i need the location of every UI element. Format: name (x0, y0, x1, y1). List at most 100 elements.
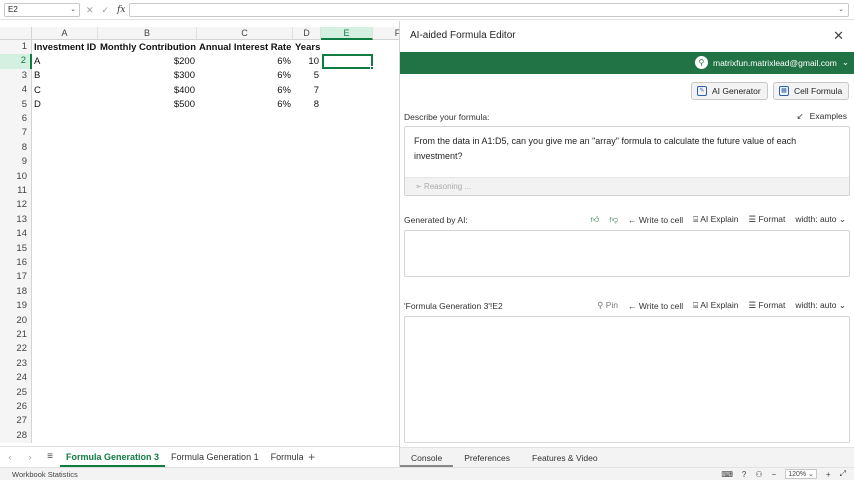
cell-c3[interactable]: 6% (197, 69, 293, 83)
row-header[interactable]: 23 (0, 356, 32, 372)
select-all-corner[interactable] (0, 27, 32, 40)
row-header[interactable]: 8 (0, 140, 32, 156)
cell-d4[interactable]: 7 (293, 84, 321, 98)
row-header[interactable]: 20 (0, 313, 32, 328)
account-menu[interactable]: ⚲ matrixfun.matrixlead@gmail.com ⌄ (694, 56, 849, 69)
ai-explain-button[interactable]: ⌸ AI Explain (693, 214, 738, 225)
row-header[interactable]: 5 (0, 97, 32, 112)
thumbs-up-icon[interactable]: 👍︎ (591, 214, 600, 225)
row-header[interactable]: 14 (0, 227, 32, 242)
ai-generator-button[interactable]: ✎ AI Generator (691, 82, 768, 100)
selected-cell-e2[interactable] (322, 54, 374, 70)
cell-a4[interactable]: C (32, 84, 98, 98)
sheet-list-icon[interactable]: ≡ (40, 451, 60, 462)
cell-c1[interactable]: Annual Interest Rate (197, 41, 293, 55)
prompt-input[interactable]: From the data in A1:D5, can you give me … (404, 126, 850, 196)
row-header[interactable]: 11 (0, 184, 32, 199)
tab-features-video[interactable]: Features & Video (521, 448, 609, 467)
share-icon[interactable]: ⚇ (755, 470, 762, 479)
cell-a5[interactable]: D (32, 98, 98, 112)
column-header-b[interactable]: B (98, 27, 197, 40)
add-sheet-button[interactable]: + (303, 450, 321, 464)
cell-c4[interactable]: 6% (197, 84, 293, 98)
cell-d1[interactable]: Years (293, 41, 321, 55)
feedback-icon[interactable]: ⌨ (721, 470, 733, 479)
row-header[interactable]: 12 (0, 198, 32, 213)
column-header-a[interactable]: A (32, 27, 98, 40)
column-header-c[interactable]: C (197, 27, 293, 40)
row-header[interactable]: 22 (0, 342, 32, 357)
fill-handle[interactable] (370, 66, 374, 70)
sheet-tab-formula[interactable]: Formula (265, 447, 303, 467)
chevron-down-icon[interactable]: ⌄ (70, 5, 76, 13)
zoom-out-icon[interactable]: − (772, 470, 777, 479)
cell-d5[interactable]: 8 (293, 98, 321, 112)
formula-input[interactable]: ⌄ (129, 3, 849, 17)
row-header[interactable]: 2 (0, 54, 32, 69)
examples-link[interactable]: ↙ Examples (797, 111, 847, 122)
cell-c2[interactable]: 6% (197, 55, 293, 69)
row-header[interactable]: 26 (0, 400, 32, 415)
cell-d3[interactable]: 5 (293, 69, 321, 83)
cell-formula-button[interactable]: ▦ Cell Formula (773, 82, 850, 100)
zoom-in-icon[interactable]: + (826, 470, 831, 479)
thumbs-down-icon[interactable]: 👎︎ (609, 214, 618, 225)
cell-a2[interactable]: A (32, 55, 98, 69)
row-header[interactable]: 3 (0, 68, 32, 84)
cell-b5[interactable]: $500 (98, 98, 197, 112)
row-header[interactable]: 15 (0, 241, 32, 256)
help-icon[interactable]: ? (742, 470, 746, 479)
write-to-cell-button[interactable]: ← Write to cell (628, 215, 683, 225)
row-header[interactable]: 24 (0, 371, 32, 386)
name-box[interactable]: E2 ⌄ (4, 3, 80, 17)
row-header[interactable]: 9 (0, 155, 32, 170)
row-header[interactable]: 27 (0, 414, 32, 429)
tab-console[interactable]: Console (400, 448, 454, 467)
cell-b4[interactable]: $400 (98, 84, 197, 98)
ai-explain-button[interactable]: ⌸ AI Explain (693, 300, 738, 311)
write-to-cell-button[interactable]: ← Write to cell (628, 301, 683, 311)
row-header[interactable]: 16 (0, 256, 32, 271)
column-header-d[interactable]: D (293, 27, 321, 40)
cell-a3[interactable]: B (32, 69, 98, 83)
sheet-tab-formula-generation-1[interactable]: Formula Generation 1 (165, 447, 265, 467)
row-header[interactable]: 19 (0, 299, 32, 314)
cell-c5[interactable]: 6% (197, 98, 293, 112)
row-header[interactable]: 7 (0, 126, 32, 141)
check-icon[interactable]: ✓ (102, 5, 110, 16)
cancel-icon[interactable]: ✕ (86, 5, 94, 16)
column-header-e[interactable]: E (321, 27, 373, 40)
next-sheet-icon[interactable]: › (20, 452, 40, 462)
fx-icon[interactable]: fx (117, 5, 125, 15)
cell-b3[interactable]: $300 (98, 69, 197, 83)
cell-a1[interactable]: Investment ID (32, 41, 98, 55)
row-header[interactable]: 28 (0, 428, 32, 444)
row-header[interactable]: 1 (0, 40, 32, 55)
cell-b2[interactable]: $200 (98, 55, 197, 69)
spreadsheet-grid[interactable]: A B C D E F 1 2 3 4 5 6 7 8 9 10 11 12 1… (0, 27, 399, 445)
row-header[interactable]: 10 (0, 169, 32, 184)
cell-b1[interactable]: Monthly Contribution (98, 41, 197, 55)
width-select[interactable]: width: auto ⌄ (795, 214, 846, 225)
generated-output[interactable] (404, 230, 850, 277)
row-header[interactable]: 25 (0, 385, 32, 400)
column-header-f[interactable]: F (373, 27, 399, 40)
sheet-tab-formula-generation-3[interactable]: Formula Generation 3 (60, 447, 166, 467)
expand-chevron-icon[interactable]: ⌄ (838, 5, 844, 13)
row-header[interactable]: 13 (0, 212, 32, 228)
tab-preferences[interactable]: Preferences (453, 448, 521, 467)
row-header[interactable]: 6 (0, 112, 32, 127)
format-button[interactable]: ☰ Format (748, 214, 785, 225)
format-button[interactable]: ☰ Format (748, 300, 785, 311)
prev-sheet-icon[interactable]: ‹ (0, 452, 20, 462)
close-icon[interactable]: ✕ (833, 28, 844, 44)
pin-button[interactable]: ⚲ Pin (597, 300, 618, 311)
row-header[interactable]: 18 (0, 284, 32, 300)
width-select[interactable]: width: auto ⌄ (795, 300, 846, 311)
row-header[interactable]: 17 (0, 270, 32, 285)
fullscreen-icon[interactable]: ⤢ (840, 469, 846, 479)
row-header[interactable]: 21 (0, 328, 32, 343)
cell-d2[interactable]: 10 (293, 55, 321, 69)
workbook-statistics[interactable]: Workbook Statistics (12, 470, 78, 479)
row-header[interactable]: 4 (0, 83, 32, 98)
